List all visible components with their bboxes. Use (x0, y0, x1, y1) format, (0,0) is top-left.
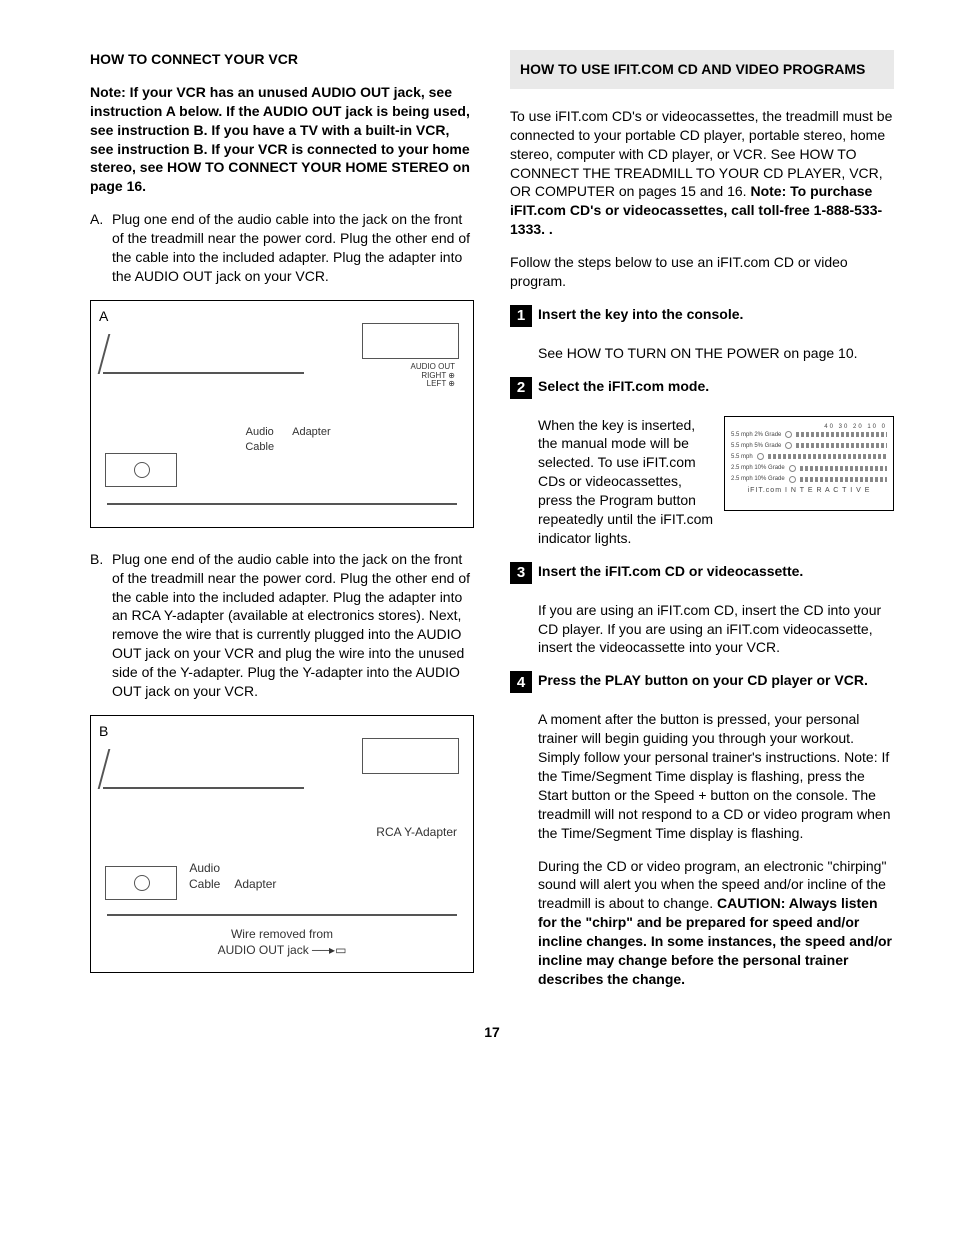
cable-line-icon (107, 914, 457, 916)
figure-b: B RCA Y-Adapter Audio Cable Adapter Wire… (90, 715, 474, 973)
instruction-a-marker: A. (90, 210, 106, 286)
step-4-number: 4 (510, 671, 532, 693)
step-1-title: Insert the key into the console. (538, 305, 894, 324)
step-2-body-wrap: 40 30 20 10 0 5.5 mph 2% Grade 5.5 mph 5… (538, 416, 894, 548)
console-logo: iFIT.com I N T E R A C T I V E (731, 486, 887, 495)
right-shaded-heading: HOW TO USE IFIT.COM CD AND VIDEO PROGRAM… (510, 50, 894, 89)
step-2-title: Select the iFIT.com mode. (538, 377, 894, 396)
step-4-body: A moment after the button is pressed, yo… (538, 710, 894, 842)
right-follow: Follow the steps below to use an iFIT.co… (510, 253, 894, 291)
treadmill-icon (103, 327, 304, 382)
page-number: 17 (90, 1023, 894, 1042)
left-note: Note: If your VCR has an unused AUDIO OU… (90, 83, 474, 196)
instruction-a: A. Plug one end of the audio cable into … (90, 210, 474, 286)
instruction-b: B. Plug one end of the audio cable into … (90, 550, 474, 701)
figure-b-sketch: RCA Y-Adapter Audio Cable Adapter Wire r… (99, 738, 465, 964)
two-column-layout: HOW TO CONNECT YOUR VCR Note: If your VC… (90, 50, 894, 1003)
figA-audio-cable-label: Audio Cable (245, 425, 274, 455)
vcr-icon (362, 738, 459, 774)
step-3-body: If you are using an iFIT.com CD, insert … (538, 601, 894, 658)
step-3: 3 Insert the iFIT.com CD or videocassett… (510, 562, 894, 595)
step-1-number: 1 (510, 305, 532, 327)
instruction-a-body: Plug one end of the audio cable into the… (112, 210, 474, 286)
instruction-b-body: Plug one end of the audio cable into the… (112, 550, 474, 701)
right-column: HOW TO USE IFIT.COM CD AND VIDEO PROGRAM… (510, 50, 894, 1003)
figB-audio-cable-label: Audio Cable (189, 860, 220, 892)
step-1-body: See HOW TO TURN ON THE POWER on page 10. (538, 344, 894, 363)
step-4-title: Press the PLAY button on your CD player … (538, 671, 894, 690)
figB-rca-label: RCA Y-Adapter (376, 824, 457, 840)
audio-out-labels: AUDIO OUT RIGHT ⊕ LEFT ⊕ (411, 363, 455, 389)
figure-a-sketch: AUDIO OUT RIGHT ⊕ LEFT ⊕ Audio Cable Ada… (99, 323, 465, 519)
step-2: 2 Select the iFIT.com mode. (510, 377, 894, 410)
figA-adapter-label: Adapter (292, 425, 331, 455)
vcr-icon (362, 323, 459, 359)
step-4-body2: During the CD or video program, an elect… (538, 857, 894, 989)
jack-icon (105, 453, 177, 487)
figB-wire-label: Wire removed from AUDIO OUT jack ──▸▭ (99, 926, 465, 958)
jack-icon (105, 866, 177, 900)
right-ch-text: RIGHT (421, 371, 446, 380)
step-1: 1 Insert the key into the console. (510, 305, 894, 338)
instruction-b-marker: B. (90, 550, 106, 701)
right-intro: To use iFIT.com CD's or videocassettes, … (510, 107, 894, 239)
console-scale: 40 30 20 10 0 (731, 423, 887, 431)
treadmill-icon (103, 742, 304, 797)
figB-adapter-label: Adapter (234, 876, 276, 892)
step-4: 4 Press the PLAY button on your CD playe… (510, 671, 894, 704)
step-3-title: Insert the iFIT.com CD or videocassette. (538, 562, 894, 581)
figure-a: A AUDIO OUT RIGHT ⊕ LEFT ⊕ Audio Cable A… (90, 300, 474, 528)
left-column: HOW TO CONNECT YOUR VCR Note: If your VC… (90, 50, 474, 1003)
cable-line-icon (107, 503, 457, 505)
left-heading: HOW TO CONNECT YOUR VCR (90, 50, 474, 69)
step-2-body: When the key is inserted, the manual mod… (538, 417, 713, 546)
step-2-number: 2 (510, 377, 532, 399)
step-3-number: 3 (510, 562, 532, 584)
console-figure: 40 30 20 10 0 5.5 mph 2% Grade 5.5 mph 5… (724, 416, 894, 511)
left-ch-text: LEFT (427, 379, 446, 388)
